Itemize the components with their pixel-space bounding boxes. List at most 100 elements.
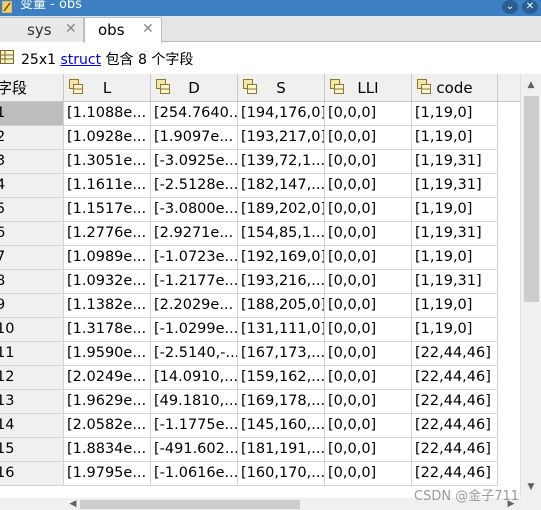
row-number[interactable]: 5 xyxy=(0,198,64,222)
table-cell-code[interactable]: [1,19,0] xyxy=(412,102,498,126)
scroll-up-arrow-icon[interactable]: ▲ xyxy=(521,76,541,94)
table-cell-code[interactable]: [22,44,46] xyxy=(412,438,498,462)
window-close-button[interactable]: ✕ xyxy=(522,0,538,14)
row-number[interactable]: 1 xyxy=(0,102,64,126)
table-cell-s[interactable]: [131,111,0] xyxy=(238,318,325,342)
row-number[interactable]: 12 xyxy=(0,366,64,390)
row-number[interactable]: 4 xyxy=(0,174,64,198)
table-cell-code[interactable]: [1,19,31] xyxy=(412,174,498,198)
table-cell-d[interactable]: [1.9097e... xyxy=(151,126,238,150)
table-cell-d[interactable]: [-1.2177e... xyxy=(151,270,238,294)
table-cell-lli[interactable]: [0,0,0] xyxy=(325,198,412,222)
table-cell-lli[interactable]: [0,0,0] xyxy=(325,150,412,174)
table-cell-l[interactable]: [1.0932e... xyxy=(64,270,151,294)
column-header-code[interactable]: code xyxy=(412,74,498,102)
table-cell-s[interactable]: [182,147,... xyxy=(238,174,325,198)
table-cell-d[interactable]: [-1.1775e... xyxy=(151,414,238,438)
row-number[interactable]: 15 xyxy=(0,438,64,462)
table-cell-code[interactable]: [1,19,0] xyxy=(412,126,498,150)
table-cell-d[interactable]: [-2.5140,-... xyxy=(151,342,238,366)
close-icon[interactable]: ✕ xyxy=(142,21,154,37)
table-cell-l[interactable]: [1.0928e... xyxy=(64,126,151,150)
table-cell-d[interactable]: [14.0910,... xyxy=(151,366,238,390)
table-cell-code[interactable]: [1,19,0] xyxy=(412,246,498,270)
table-cell-s[interactable]: [160,170,... xyxy=(238,462,325,486)
row-number[interactable]: 7 xyxy=(0,246,64,270)
table-cell-lli[interactable]: [0,0,0] xyxy=(325,126,412,150)
table-cell-code[interactable]: [22,44,46] xyxy=(412,462,498,486)
table-cell-d[interactable]: [49.1810,... xyxy=(151,390,238,414)
column-header-l[interactable]: L xyxy=(64,74,151,102)
table-cell-s[interactable]: [139,72,1... xyxy=(238,150,325,174)
table-cell-s[interactable]: [193,217,0] xyxy=(238,126,325,150)
vertical-scroll-thumb[interactable] xyxy=(524,96,539,302)
table-cell-lli[interactable]: [0,0,0] xyxy=(325,438,412,462)
table-cell-d[interactable]: [-3.0925e... xyxy=(151,150,238,174)
table-cell-d[interactable]: [-1.0723e... xyxy=(151,246,238,270)
table-cell-l[interactable]: [1.3178e... xyxy=(64,318,151,342)
table-cell-lli[interactable]: [0,0,0] xyxy=(325,294,412,318)
table-cell-s[interactable]: [159,162,... xyxy=(238,366,325,390)
row-number[interactable]: 16 xyxy=(0,462,64,486)
table-cell-d[interactable]: [-2.5128e... xyxy=(151,174,238,198)
window-action-button[interactable]: ⌄ xyxy=(502,0,518,14)
table-cell-lli[interactable]: [0,0,0] xyxy=(325,318,412,342)
horizontal-scroll-thumb[interactable] xyxy=(80,500,300,509)
table-cell-s[interactable]: [145,160,... xyxy=(238,414,325,438)
table-cell-l[interactable]: [1.1611e... xyxy=(64,174,151,198)
table-cell-lli[interactable]: [0,0,0] xyxy=(325,174,412,198)
table-cell-l[interactable]: [1.9795e... xyxy=(64,462,151,486)
table-cell-s[interactable]: [181,191,... xyxy=(238,438,325,462)
column-header-d[interactable]: D xyxy=(151,74,238,102)
table-cell-l[interactable]: [1.8834e... xyxy=(64,438,151,462)
table-cell-code[interactable]: [22,44,46] xyxy=(412,342,498,366)
table-cell-lli[interactable]: [0,0,0] xyxy=(325,390,412,414)
table-cell-lli[interactable]: [0,0,0] xyxy=(325,246,412,270)
column-header-s[interactable]: S xyxy=(238,74,325,102)
scroll-down-arrow-icon[interactable]: ▼ xyxy=(521,478,541,496)
table-cell-s[interactable]: [192,169,0] xyxy=(238,246,325,270)
table-cell-d[interactable]: [2.2029e... xyxy=(151,294,238,318)
table-cell-l[interactable]: [1.0989e... xyxy=(64,246,151,270)
table-cell-lli[interactable]: [0,0,0] xyxy=(325,270,412,294)
table-cell-lli[interactable]: [0,0,0] xyxy=(325,222,412,246)
table-cell-d[interactable]: [2.9271e... xyxy=(151,222,238,246)
table-cell-l[interactable]: [1.9590e... xyxy=(64,342,151,366)
table-cell-l[interactable]: [1.1517e... xyxy=(64,198,151,222)
table-cell-code[interactable]: [1,19,31] xyxy=(412,150,498,174)
row-number[interactable]: 10 xyxy=(0,318,64,342)
table-cell-code[interactable]: [1,19,0] xyxy=(412,294,498,318)
table-cell-code[interactable]: [1,19,0] xyxy=(412,318,498,342)
column-header-lli[interactable]: LLI xyxy=(325,74,412,102)
table-cell-lli[interactable]: [0,0,0] xyxy=(325,462,412,486)
table-cell-code[interactable]: [1,19,31] xyxy=(412,222,498,246)
close-icon[interactable]: ✕ xyxy=(65,21,77,37)
table-cell-lli[interactable]: [0,0,0] xyxy=(325,414,412,438)
table-cell-s[interactable]: [193,216,... xyxy=(238,270,325,294)
row-number[interactable]: 2 xyxy=(0,126,64,150)
table-cell-l[interactable]: [2.0249e... xyxy=(64,366,151,390)
row-number[interactable]: 14 xyxy=(0,414,64,438)
struct-link[interactable]: struct xyxy=(60,52,101,68)
table-cell-d[interactable]: [-491.602... xyxy=(151,438,238,462)
table-cell-s[interactable]: [194,176,0] xyxy=(238,102,325,126)
table-cell-lli[interactable]: [0,0,0] xyxy=(325,342,412,366)
table-cell-l[interactable]: [1.3051e... xyxy=(64,150,151,174)
tab-obs[interactable]: obs ✕ xyxy=(84,17,162,43)
table-cell-s[interactable]: [169,178,... xyxy=(238,390,325,414)
scroll-left-arrow-icon[interactable]: ◀ xyxy=(66,498,80,510)
table-cell-d[interactable]: [-3.0800e... xyxy=(151,198,238,222)
table-cell-s[interactable]: [188,205,0] xyxy=(238,294,325,318)
table-cell-l[interactable]: [1.2776e... xyxy=(64,222,151,246)
table-cell-d[interactable]: [-1.0616e... xyxy=(151,462,238,486)
table-cell-l[interactable]: [1.1382e... xyxy=(64,294,151,318)
table-cell-lli[interactable]: [0,0,0] xyxy=(325,366,412,390)
table-cell-code[interactable]: [22,44,46] xyxy=(412,366,498,390)
table-cell-d[interactable]: [-1.0299e... xyxy=(151,318,238,342)
tab-sys[interactable]: sys ✕ xyxy=(0,17,84,42)
table-cell-s[interactable]: [189,202,0] xyxy=(238,198,325,222)
table-cell-code[interactable]: [1,19,0] xyxy=(412,198,498,222)
table-cell-code[interactable]: [22,44,46] xyxy=(412,390,498,414)
row-number[interactable]: 6 xyxy=(0,222,64,246)
table-cell-l[interactable]: [2.0582e... xyxy=(64,414,151,438)
